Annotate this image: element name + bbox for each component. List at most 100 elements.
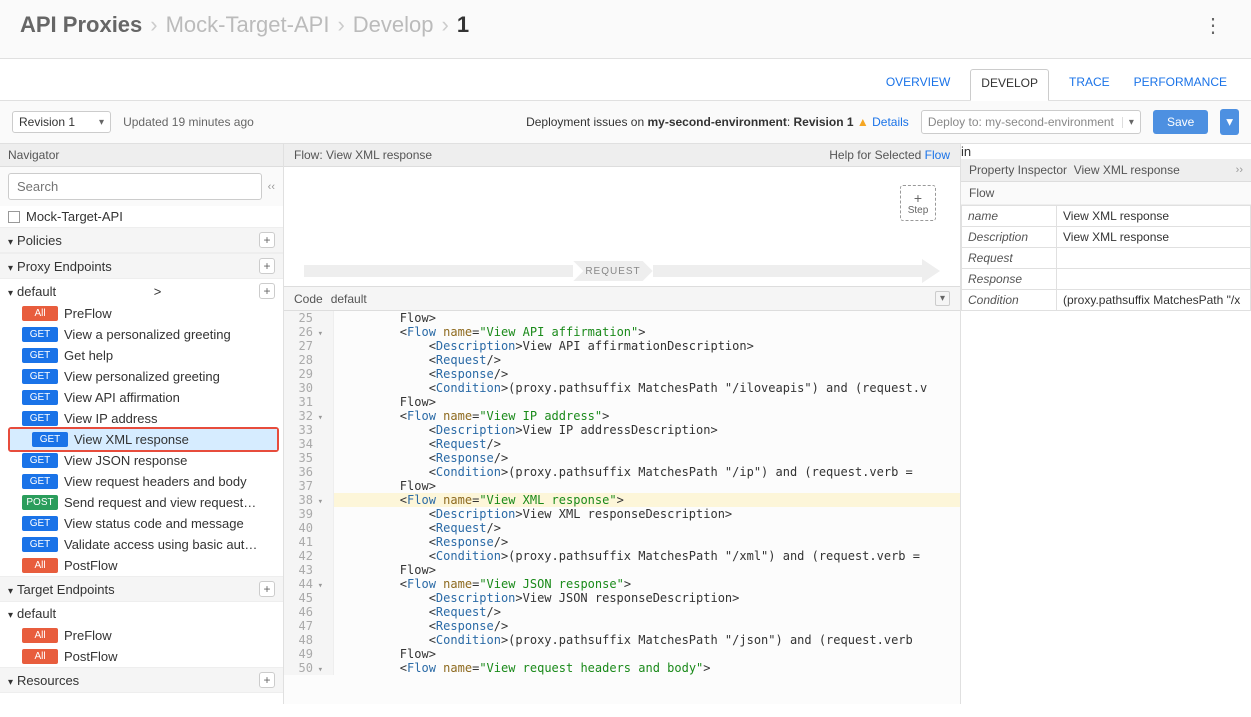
method-badge: All [22, 649, 58, 664]
add-resource-button[interactable]: + [259, 672, 275, 688]
method-badge: GET [22, 516, 58, 531]
code-dropdown-icon[interactable]: ▾ [935, 291, 950, 306]
flow-item[interactable]: GETView JSON response [0, 450, 283, 471]
center-panel: Flow: View XML response Help for Selecte… [284, 144, 961, 704]
help-label: Help for Selected [829, 148, 921, 162]
proxy-default[interactable]: ▾default >+ [0, 279, 283, 303]
tab-trace[interactable]: TRACE [1065, 69, 1114, 100]
flow-item[interactable]: GETView status code and message [0, 513, 283, 534]
code-line[interactable]: 35 <Response/> [284, 451, 960, 465]
property-section: Flow [961, 182, 1251, 205]
flow-item[interactable]: AllPostFlow [0, 555, 283, 576]
expand-prop-icon[interactable]: ›› [1236, 164, 1243, 176]
code-line[interactable]: 45 <Description>View JSON responseDescri… [284, 591, 960, 605]
revision-select[interactable]: Revision 1 [12, 111, 111, 133]
flow-item[interactable]: GETView API affirmation [0, 387, 283, 408]
code-line[interactable]: 36 <Condition>(proxy.pathsuffix MatchesP… [284, 465, 960, 479]
flow-item[interactable]: POSTSend request and view request… [0, 492, 283, 513]
flow-item[interactable]: AllPreFlow [0, 303, 283, 324]
flow-label: Send request and view request… [64, 495, 256, 510]
breadcrumb-proxy[interactable]: Mock-Target-API [166, 12, 330, 38]
property-value[interactable]: View XML response [1057, 206, 1251, 227]
code-line[interactable]: 37 Flow> [284, 479, 960, 493]
flow-item[interactable]: GETView request headers and body [0, 471, 283, 492]
add-proxy-endpoint-button[interactable]: + [259, 258, 275, 274]
code-line[interactable]: 26▾ <Flow name="View API affirmation"> [284, 325, 960, 339]
code-line[interactable]: 25 Flow> [284, 311, 960, 325]
code-line[interactable]: 43 Flow> [284, 563, 960, 577]
breadcrumb-view[interactable]: Develop [353, 12, 434, 38]
flow-item[interactable]: GET View a personalized greeting [0, 324, 283, 345]
property-row[interactable]: DescriptionView XML response [962, 227, 1251, 248]
flow-canvas[interactable]: + Step REQUEST [284, 167, 960, 287]
code-line[interactable]: 27 <Description>View API affirmationDesc… [284, 339, 960, 353]
property-row[interactable]: nameView XML response [962, 206, 1251, 227]
collapse-nav-icon[interactable]: ‹‹ [268, 181, 275, 193]
flow-header: Flow: View XML response Help for Selecte… [284, 144, 960, 167]
property-value[interactable] [1057, 248, 1251, 269]
code-editor[interactable]: 25 Flow>26▾ <Flow name="View API affirma… [284, 311, 960, 704]
method-badge: All [22, 628, 58, 643]
code-line[interactable]: 44▾ <Flow name="View JSON response"> [284, 577, 960, 591]
navigator-panel: Navigator ‹‹ Mock-Target-API ▾Policies +… [0, 144, 284, 704]
flow-item[interactable]: GETView XML response [10, 429, 277, 450]
method-badge: GET [22, 327, 58, 342]
flow-label: View a personalized greeting [64, 327, 231, 342]
property-value[interactable] [1057, 269, 1251, 290]
code-line[interactable]: 40 <Request/> [284, 521, 960, 535]
flow-item[interactable]: GETGet help [0, 345, 283, 366]
section-policies[interactable]: ▾Policies + [0, 227, 283, 253]
property-row[interactable]: Response [962, 269, 1251, 290]
search-input[interactable] [8, 173, 262, 200]
property-row[interactable]: Request [962, 248, 1251, 269]
details-link[interactable]: Details [872, 115, 909, 129]
code-line[interactable]: 34 <Request/> [284, 437, 960, 451]
code-line[interactable]: 38▾ <Flow name="View XML response"> [284, 493, 960, 507]
tab-performance[interactable]: PERFORMANCE [1130, 69, 1231, 100]
code-line[interactable]: 29 <Response/> [284, 367, 960, 381]
plus-icon: + [914, 191, 922, 205]
section-proxy-endpoints[interactable]: ▾Proxy Endpoints + [0, 253, 283, 279]
code-line[interactable]: 31 Flow> [284, 395, 960, 409]
code-line[interactable]: 28 <Request/> [284, 353, 960, 367]
property-value[interactable]: (proxy.pathsuffix MatchesPath "/x [1057, 290, 1251, 311]
section-resources[interactable]: ▾Resources + [0, 667, 283, 693]
tab-develop[interactable]: DEVELOP [970, 69, 1049, 101]
code-line[interactable]: 49 Flow> [284, 647, 960, 661]
add-policy-button[interactable]: + [259, 232, 275, 248]
code-line[interactable]: 46 <Request/> [284, 605, 960, 619]
kebab-menu-icon[interactable]: ⋮ [1195, 13, 1231, 38]
deploy-to-select[interactable]: Deploy to: my-second-environment [921, 110, 1141, 134]
flow-item[interactable]: GETView IP address [0, 408, 283, 429]
add-target-endpoint-button[interactable]: + [259, 581, 275, 597]
file-icon [8, 211, 20, 223]
target-default[interactable]: ▾default [0, 602, 283, 625]
code-line[interactable]: 32▾ <Flow name="View IP address"> [284, 409, 960, 423]
property-row[interactable]: Condition(proxy.pathsuffix MatchesPath "… [962, 290, 1251, 311]
save-button[interactable]: Save [1153, 110, 1208, 134]
code-line[interactable]: 50▾ <Flow name="View request headers and… [284, 661, 960, 675]
flow-item[interactable]: AllPostFlow [0, 646, 283, 667]
code-line[interactable]: 41 <Response/> [284, 535, 960, 549]
code-line[interactable]: 48 <Condition>(proxy.pathsuffix MatchesP… [284, 633, 960, 647]
code-line[interactable]: 42 <Condition>(proxy.pathsuffix MatchesP… [284, 549, 960, 563]
code-line[interactable]: 47 <Response/> [284, 619, 960, 633]
flow-help-link[interactable]: Flow [925, 148, 950, 162]
code-line[interactable]: 39 <Description>View XML responseDescrip… [284, 507, 960, 521]
flow-item[interactable]: AllPreFlow [0, 625, 283, 646]
flow-label: View XML response [74, 432, 189, 447]
property-value[interactable]: View XML response [1057, 227, 1251, 248]
code-line[interactable]: 30 <Condition>(proxy.pathsuffix MatchesP… [284, 381, 960, 395]
nav-root-item[interactable]: Mock-Target-API [0, 206, 283, 227]
save-dropdown[interactable]: ▾ [1220, 109, 1239, 135]
flow-item[interactable]: GETValidate access using basic aut… [0, 534, 283, 555]
add-step-button[interactable]: + Step [900, 185, 936, 221]
property-key: Condition [962, 290, 1057, 311]
section-target-endpoints[interactable]: ▾Target Endpoints + [0, 576, 283, 602]
flow-item[interactable]: GETView personalized greeting [0, 366, 283, 387]
breadcrumb: API Proxies › Mock-Target-API › Develop … [20, 12, 469, 38]
tab-overview[interactable]: OVERVIEW [882, 69, 954, 100]
breadcrumb-root[interactable]: API Proxies [20, 12, 142, 38]
add-flow-button[interactable]: + [259, 283, 275, 299]
code-line[interactable]: 33 <Description>View IP addressDescripti… [284, 423, 960, 437]
